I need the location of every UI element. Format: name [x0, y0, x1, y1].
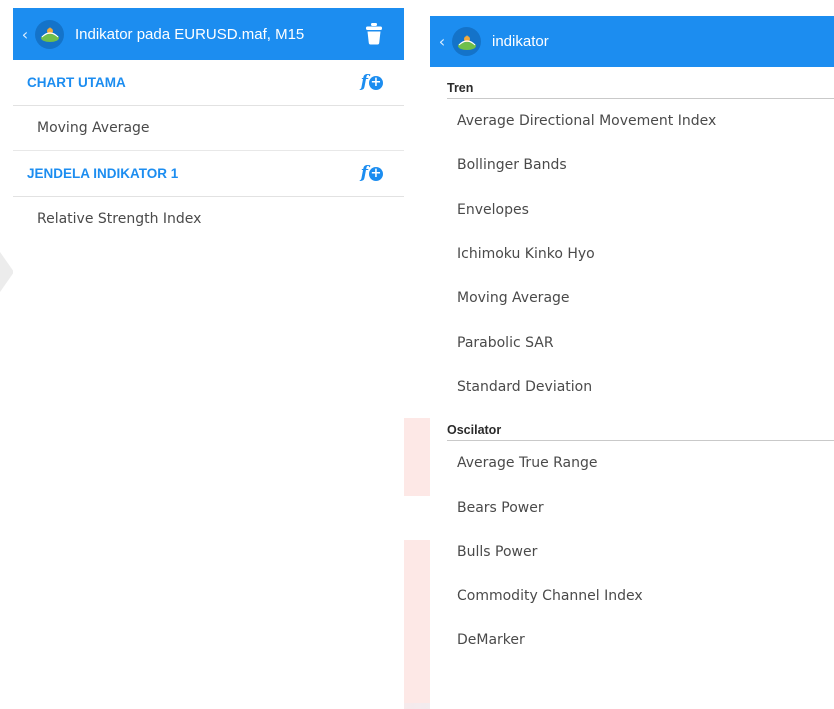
list-item[interactable]: Commodity Channel Index — [430, 574, 834, 618]
list-item[interactable]: Moving Average — [13, 106, 404, 151]
indicator-picker-screen: ‹ indikator Tren Average Directional Mov… — [430, 8, 834, 709]
add-function-icon[interactable]: f + — [361, 165, 383, 182]
list-item[interactable]: Average Directional Movement Index — [430, 99, 834, 143]
list-item[interactable]: Bulls Power — [430, 530, 834, 574]
list-item[interactable]: Moving Average — [430, 276, 834, 320]
section-indicator-window: JENDELA INDIKATOR 1 f + — [13, 151, 404, 197]
indicator-label: Ichimoku Kinko Hyo — [457, 246, 595, 263]
list-item[interactable]: Bollinger Bands — [430, 143, 834, 187]
add-function-icon[interactable]: f + — [361, 74, 383, 91]
indicator-label: Relative Strength Index — [37, 211, 202, 227]
indicator-label: Moving Average — [457, 290, 570, 307]
section-title: JENDELA INDIKATOR 1 — [27, 166, 179, 181]
app-bar: ‹ indikator — [430, 16, 834, 67]
page-title: indikator — [492, 33, 549, 50]
section-main-chart: CHART UTAMA f + — [13, 60, 404, 106]
indicator-label: Envelopes — [457, 201, 529, 218]
background-shape-red-2 — [404, 540, 430, 709]
list-item[interactable]: Bears Power — [430, 485, 834, 529]
indicator-label: Bulls Power — [457, 543, 538, 560]
app-logo-icon[interactable] — [452, 27, 481, 56]
background-shape-red — [404, 418, 430, 496]
background-shape-gray — [0, 252, 14, 292]
section-title: CHART UTAMA — [27, 75, 126, 90]
group-header-trend: Tren — [447, 67, 834, 99]
list-item[interactable]: Standard Deviation — [430, 365, 834, 409]
app-logo-icon[interactable] — [35, 19, 64, 49]
indicator-label: Bollinger Bands — [457, 157, 567, 174]
list-item[interactable]: Relative Strength Index — [13, 197, 404, 241]
list-item[interactable]: DeMarker — [430, 618, 834, 662]
indicator-label: Average True Range — [457, 455, 598, 472]
list-item[interactable]: Envelopes — [430, 188, 834, 232]
indicator-label: Parabolic SAR — [457, 334, 554, 351]
indicator-label: Average Directional Movement Index — [457, 113, 717, 130]
group-header-oscillator: Oscilator — [447, 409, 834, 442]
chevron-left-icon[interactable]: ‹ — [432, 32, 452, 51]
list-item[interactable]: Average True Range — [430, 441, 834, 485]
indicator-label: Moving Average — [37, 120, 150, 136]
indicator-label: DeMarker — [457, 632, 525, 649]
indicator-label: Standard Deviation — [457, 378, 593, 395]
page-title: Indikator pada EURUSD.maf, M15 — [75, 25, 305, 43]
list-item[interactable]: Parabolic SAR — [430, 320, 834, 364]
indicator-label: Bears Power — [457, 499, 544, 516]
trash-icon[interactable] — [364, 22, 384, 46]
app-bar: ‹ Indikator pada EURUSD.maf, M15 — [13, 8, 404, 60]
list-item[interactable]: Ichimoku Kinko Hyo — [430, 232, 834, 276]
indicator-list-screen: ‹ Indikator pada EURUSD.maf, M15 CHART U… — [13, 8, 404, 709]
indicator-label: Commodity Channel Index — [457, 588, 643, 605]
chevron-left-icon[interactable]: ‹ — [15, 25, 35, 44]
